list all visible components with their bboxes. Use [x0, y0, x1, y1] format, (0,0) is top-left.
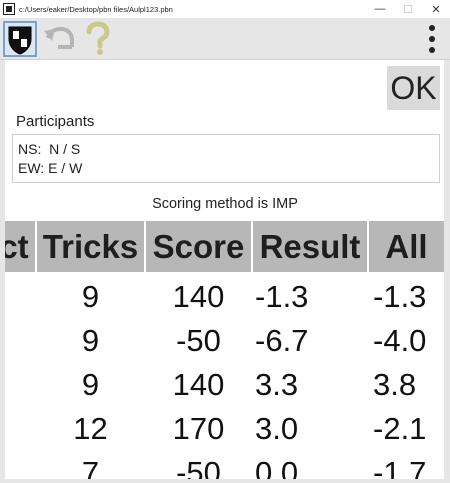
vertical-dots-icon — [429, 47, 435, 54]
toolbar — [0, 18, 450, 60]
header-contract[interactable]: ct — [5, 221, 35, 272]
results-table[interactable]: ct Tricks Score Result All 9 140 -1.3 -1… — [5, 221, 444, 483]
table-header: ct Tricks Score Result All — [5, 221, 444, 272]
participants-box: NS: N / S EW: E / W — [12, 134, 440, 183]
cell-all: -1.3 — [373, 279, 427, 314]
vertical-dots-icon — [429, 35, 435, 42]
cell-result: 3.0 — [255, 411, 299, 446]
close-button[interactable]: ✕ — [422, 0, 450, 18]
window-controls: — ☐ ✕ — [366, 0, 450, 18]
participants-ns: NS: N / S — [18, 141, 81, 157]
help-button[interactable] — [80, 21, 114, 57]
overflow-menu-button[interactable] — [426, 22, 438, 56]
cell-tricks: 9 — [81, 367, 100, 402]
shield-icon — [8, 26, 32, 55]
participants-ew: EW: E / W — [18, 160, 83, 176]
cell-tricks: 12 — [73, 411, 108, 446]
frame-bottom — [0, 479, 450, 483]
cell-score: 140 — [172, 367, 225, 402]
undo-button[interactable] — [42, 21, 76, 57]
cell-result: 3.3 — [255, 367, 299, 402]
help-icon — [86, 21, 110, 55]
maximize-button[interactable]: ☐ — [394, 0, 422, 18]
cell-result: -6.7 — [255, 323, 309, 358]
header-score[interactable]: Score — [146, 221, 251, 272]
cell-score: -50 — [176, 323, 221, 358]
minimize-button[interactable]: — — [366, 0, 394, 18]
shield-button[interactable] — [3, 21, 37, 57]
cell-tricks: 9 — [81, 323, 100, 358]
frame-right — [444, 60, 450, 483]
ok-button[interactable]: OK — [387, 66, 440, 110]
cell-tricks: 9 — [81, 279, 100, 314]
header-tricks[interactable]: Tricks — [37, 221, 144, 272]
scoring-method-text: Scoring method is IMP — [152, 196, 298, 212]
cell-all: -4.0 — [373, 323, 427, 358]
header-all[interactable]: All — [369, 221, 444, 272]
undo-icon — [44, 26, 74, 49]
header-result[interactable]: Result — [253, 221, 367, 272]
cell-score: 140 — [172, 279, 225, 314]
app-icon — [3, 3, 15, 15]
participants-label: Participants — [16, 113, 95, 130]
cell-all: 3.8 — [373, 367, 417, 402]
cell-score: 170 — [172, 411, 225, 446]
cell-result: -1.3 — [255, 279, 309, 314]
title-bar: c:/Users/eaker/Desktop/pbn files/Aulpl12… — [0, 0, 450, 18]
vertical-dots-icon — [429, 24, 435, 31]
cell-all: -2.1 — [373, 411, 427, 446]
window-title: c:/Users/eaker/Desktop/pbn files/Aulpl12… — [19, 4, 173, 14]
